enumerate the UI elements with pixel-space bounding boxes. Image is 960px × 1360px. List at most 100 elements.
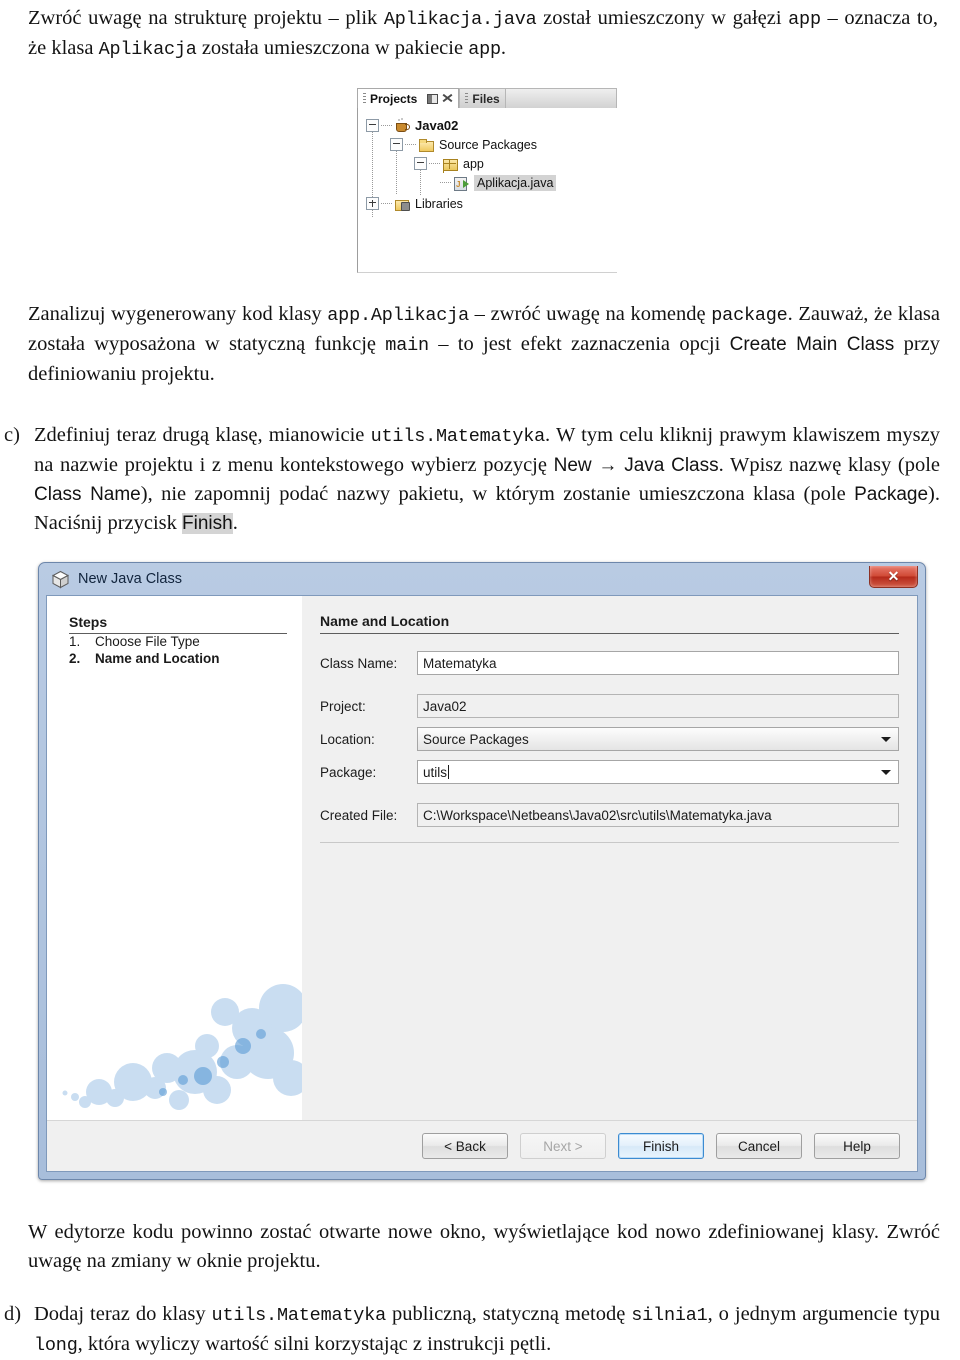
decorative-bubbles	[62, 984, 302, 1110]
text-fragment: – zwróć uwagę na komendę	[469, 303, 712, 325]
java-class-cube-icon	[51, 570, 70, 589]
text-fragment: – to jest efekt zaznaczenia opcji	[428, 333, 730, 355]
code-long: long	[34, 1335, 78, 1356]
created-file-field: C:\Workspace\Netbeans\Java02\src\utils\M…	[417, 803, 899, 827]
close-icon[interactable]	[442, 93, 453, 104]
tab-files[interactable]: Files	[459, 88, 506, 108]
ui-label-create-main-class: Create Main Class	[729, 334, 895, 355]
field-label-class-name: Class Name:	[320, 655, 398, 671]
code-app-aplikacja: app.Aplikacja	[327, 305, 470, 326]
list-body-c: Zdefiniuj teraz drugą klasę, mianowicie …	[34, 421, 940, 538]
step-item-1[interactable]: 1. Choose File Type	[69, 634, 302, 649]
text-fragment: , o jednym argumencie typu	[707, 1303, 940, 1325]
location-dropdown[interactable]: Source Packages	[417, 727, 899, 751]
text-fragment: został umieszczony w gałęzi	[536, 7, 789, 29]
paragraph-item-c: c) Zdefiniuj teraz drugą klasę, mianowic…	[4, 421, 940, 538]
list-body-d: Dodaj teraz do klasy utils.Matematyka pu…	[34, 1300, 940, 1360]
list-marker-d: d)	[4, 1303, 22, 1325]
text-fragment: .	[500, 37, 507, 59]
tree-node-source-packages[interactable]: Source Packages	[390, 135, 537, 154]
tree-connector	[440, 182, 451, 183]
field-label-package: Package:	[320, 764, 377, 780]
field-row-package: Package: utils	[320, 760, 899, 784]
field-label-created-file: Created File:	[320, 807, 398, 823]
expand-toggle-icon[interactable]	[366, 197, 379, 210]
step-label: Name and Location	[95, 651, 220, 666]
form-divider	[320, 842, 899, 843]
expand-toggle-icon[interactable]	[390, 138, 403, 151]
close-icon[interactable]: ✕	[869, 566, 918, 588]
text-fragment: .	[232, 512, 238, 534]
paragraph-editor: W edytorze kodu powinno zostać otwarte n…	[28, 1218, 940, 1276]
next-button: Next >	[520, 1133, 606, 1159]
tree-node-aplikacja-java[interactable]: J Aplikacja.java	[438, 173, 557, 192]
paragraph-analyze: Zanalizuj wygenerowany kod klasy app.Apl…	[28, 300, 940, 389]
tree-connector	[381, 203, 392, 204]
ui-label-new: New	[553, 455, 592, 476]
field-row-project: Project: Java02	[320, 694, 899, 718]
project-field: Java02	[417, 694, 899, 718]
tab-bar-filler	[505, 88, 617, 108]
tree-node-label: Libraries	[415, 196, 463, 211]
tree-node-libraries[interactable]: Libraries	[366, 194, 463, 213]
tab-projects[interactable]: Projects	[357, 88, 460, 108]
text-fragment: Zwróć uwagę na strukturę projektu – plik	[28, 7, 384, 29]
field-label-project: Project:	[320, 698, 366, 714]
source-folder-icon	[418, 137, 434, 153]
expand-toggle-icon[interactable]	[366, 119, 379, 132]
text-fragment: Zanalizuj wygenerowany kod klasy	[28, 303, 328, 325]
chevron-down-icon	[881, 770, 891, 775]
back-button[interactable]: < Back	[422, 1133, 508, 1159]
text-fragment: publiczną, statyczną metodę	[385, 1303, 632, 1325]
form-panel: Name and Location Class Name: Matematyka…	[302, 596, 917, 1120]
form-heading: Name and Location	[320, 613, 899, 634]
expand-toggle-icon[interactable]	[414, 157, 427, 170]
text-fragment: , która wyliczy wartość silni korzystają…	[77, 1333, 552, 1355]
text-fragment: →	[591, 455, 625, 476]
minimize-icon[interactable]	[427, 93, 439, 104]
field-row-created-file: Created File: C:\Workspace\Netbeans\Java…	[320, 803, 899, 827]
cancel-button[interactable]: Cancel	[716, 1133, 802, 1159]
projects-tree-panel: Projects Files Java02 Source Packages ap…	[357, 88, 617, 273]
finish-button[interactable]: Finish	[618, 1133, 704, 1159]
ui-label-java-class: Java Class	[624, 455, 719, 476]
tree-connector	[396, 151, 397, 194]
java-file-icon: J	[453, 175, 469, 191]
tree-node-java02[interactable]: Java02	[366, 116, 458, 135]
code-utils-matematyka: utils.Matematyka	[370, 426, 546, 447]
dialog-titlebar[interactable]: New Java Class ✕	[39, 563, 925, 595]
tree-node-app[interactable]: app	[414, 154, 484, 173]
field-value: utils	[423, 764, 448, 780]
class-name-input[interactable]: Matematyka	[417, 651, 899, 675]
code-main: main	[385, 335, 429, 356]
step-item-2[interactable]: 2. Name and Location	[69, 651, 302, 666]
tab-files-label: Files	[472, 91, 500, 106]
tree-node-label: Source Packages	[439, 137, 537, 152]
code-app: app	[788, 9, 821, 30]
java-project-icon	[394, 117, 410, 134]
help-button[interactable]: Help	[814, 1133, 900, 1159]
field-label-location: Location:	[320, 731, 375, 747]
package-combo-input[interactable]: utils	[417, 760, 899, 784]
code-aplikacja-java: Aplikacja.java	[383, 9, 537, 30]
tree-node-label: Aplikacja.java	[474, 174, 557, 191]
field-value: Source Packages	[423, 731, 529, 747]
libraries-icon	[394, 196, 410, 212]
text-caret	[448, 765, 450, 779]
field-value: Java02	[423, 698, 467, 714]
code-aplikacja: Aplikacja	[98, 39, 197, 60]
new-java-class-dialog: New Java Class ✕ Steps 1. Choose File Ty…	[38, 562, 926, 1180]
dialog-content: Steps 1. Choose File Type 2. Name and Lo…	[47, 596, 917, 1120]
tree-connector	[405, 144, 416, 145]
tab-projects-label: Projects	[370, 91, 418, 106]
tree-connector	[381, 125, 392, 126]
tree-node-label: app	[463, 156, 484, 171]
text-fragment: Dodaj teraz do klasy	[34, 1303, 212, 1325]
code-package: package	[711, 305, 788, 326]
tree-tab-bar: Projects Files	[357, 88, 617, 108]
text-fragment: ), nie zapomnij podać nazwy pakietu, w k…	[140, 483, 855, 505]
steps-panel: Steps 1. Choose File Type 2. Name and Lo…	[47, 596, 302, 1120]
field-value: C:\Workspace\Netbeans\Java02\src\utils\M…	[423, 807, 772, 823]
ui-label-finish: Finish	[182, 513, 233, 534]
